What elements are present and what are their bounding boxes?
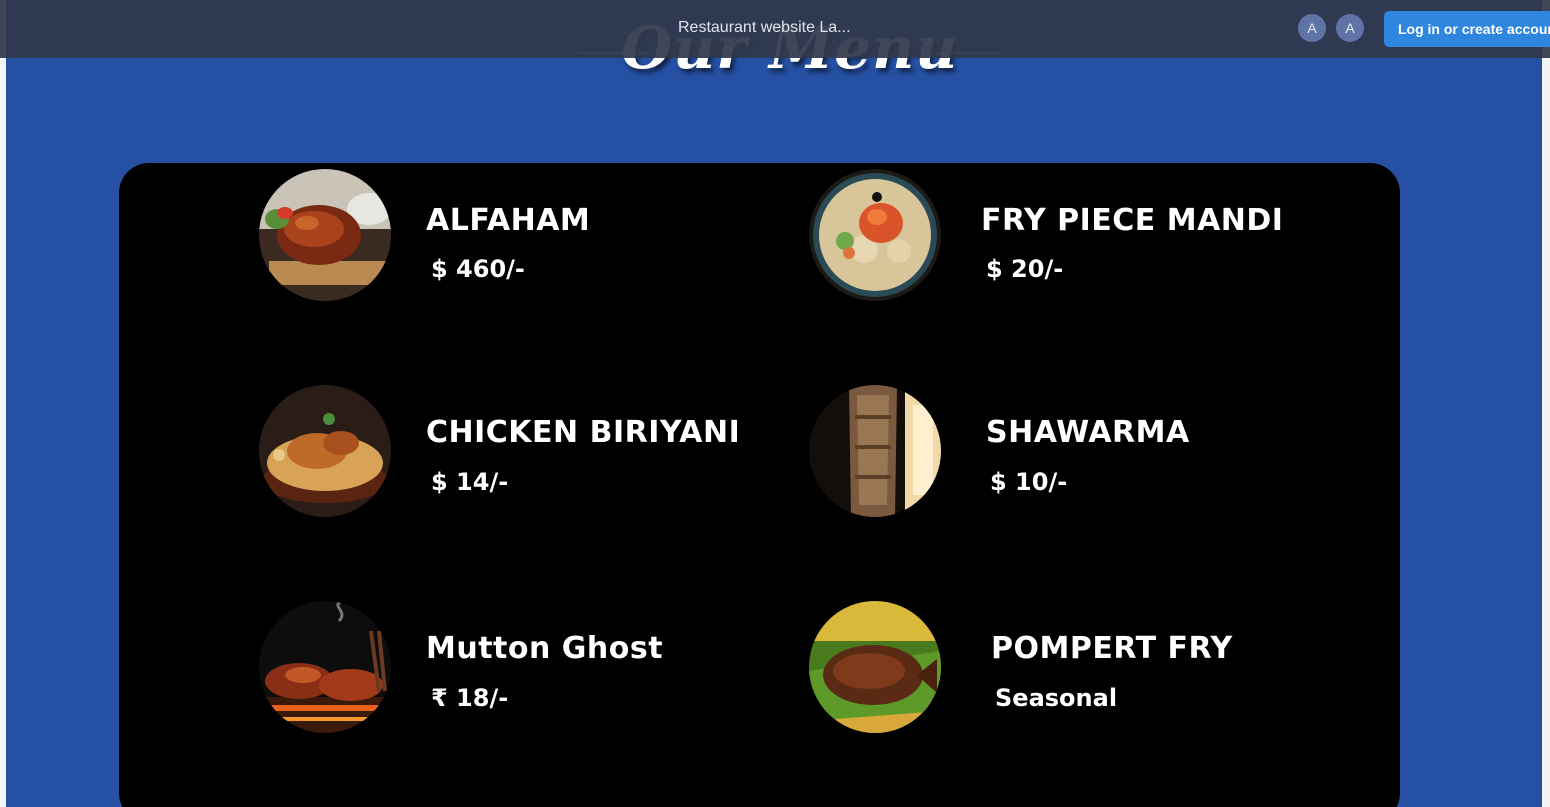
dish-price: ₹ 18/- [431, 684, 509, 712]
dish-name: Mutton Ghost [426, 631, 664, 666]
grilled-chicken-photo [259, 169, 391, 301]
user-avatar[interactable]: A [1298, 14, 1326, 42]
dish-name: CHICKEN BIRIYANI [426, 415, 741, 450]
dish-name: FRY PIECE MANDI [981, 203, 1284, 238]
menu-section: Our Menu ALFAHAM $ 460/- [6, 0, 1542, 807]
shawarma-photo [809, 385, 941, 517]
user-avatar[interactable]: A [1336, 14, 1364, 42]
dish-price: $ 20/- [986, 255, 1064, 283]
dish-name: SHAWARMA [986, 415, 1190, 450]
mandi-rice-photo [809, 169, 941, 301]
dish-name: POMPERT FRY [991, 631, 1233, 666]
fried-fish-photo [809, 601, 941, 733]
window-title: Restaurant website La... [678, 19, 851, 36]
dish-price: Seasonal [995, 684, 1118, 712]
menu-card: ALFAHAM $ 460/- FRY PIECE MANDI $ 20/- C… [119, 163, 1400, 807]
dish-price: $ 10/- [990, 468, 1068, 496]
dish-name: ALFAHAM [426, 203, 591, 238]
page-right-margin [1542, 0, 1550, 807]
biryani-photo [259, 385, 391, 517]
top-bar: Restaurant website La... A A Log in or c… [0, 0, 1550, 58]
grilled-mutton-photo [259, 601, 391, 733]
login-button[interactable]: Log in or create account [1384, 11, 1550, 47]
dish-price: $ 460/- [431, 255, 525, 283]
dish-price: $ 14/- [431, 468, 509, 496]
